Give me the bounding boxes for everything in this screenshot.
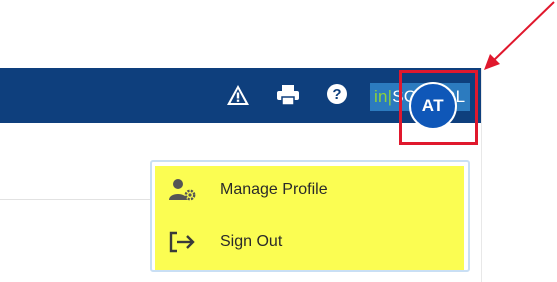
- sign-out-icon: [168, 230, 198, 254]
- menu-item-manage-profile[interactable]: Manage Profile: [155, 168, 464, 212]
- manage-profile-icon: [168, 178, 198, 202]
- divider: [0, 199, 150, 200]
- page-edge-divider: [481, 68, 482, 282]
- help-icon[interactable]: ?: [326, 83, 348, 105]
- avatar-initials: AT: [421, 96, 445, 115]
- menu-item-sign-out[interactable]: Sign Out: [155, 220, 464, 264]
- user-avatar-button[interactable]: AT: [409, 82, 457, 130]
- menu-item-label: Sign Out: [220, 233, 283, 250]
- annotation-arrow: [484, 1, 555, 70]
- svg-text:?: ?: [332, 86, 341, 103]
- print-icon[interactable]: [275, 84, 301, 106]
- menu-item-label: Manage Profile: [220, 181, 328, 198]
- warning-icon[interactable]: [226, 84, 250, 106]
